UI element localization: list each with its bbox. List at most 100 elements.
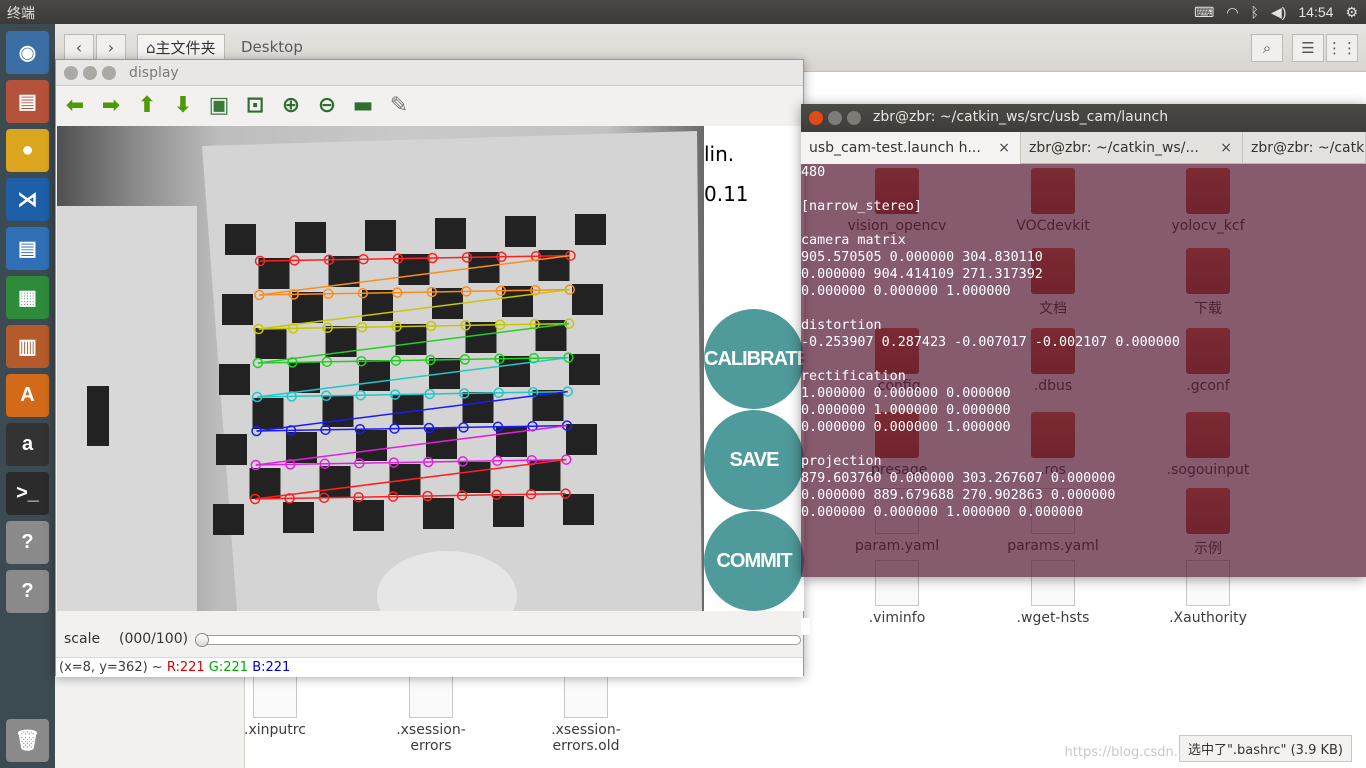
close-tab-icon[interactable]: × [998,140,1010,156]
minimize-button[interactable] [83,66,97,80]
terminal-tabs: usb_cam-test.launch h... × zbr@zbr: ~/cat… [801,132,1366,164]
maximize-button[interactable] [847,111,861,125]
keyboard-icon[interactable]: ⌨ [1194,4,1214,21]
terminal-titlebar: zbr@zbr: ~/catkin_ws/src/usb_cam/launch [801,104,1366,132]
close-button[interactable] [64,66,78,80]
terminal-line: -0.253907 0.287423 -0.007017 -0.002107 0… [801,335,1180,350]
board-square [295,222,326,253]
lin-label: lin. [704,142,735,166]
wifi-icon[interactable]: ◠ [1226,4,1238,21]
terminal-line: 0.000000 0.000000 1.000000 0.000000 [801,505,1084,520]
board-square [356,430,387,461]
camera-image[interactable] [57,126,704,641]
save-button[interactable]: SAVE [704,410,804,510]
grid-view-icon[interactable]: ⋮⋮ [1326,34,1358,62]
board-square [575,214,606,245]
software-center-icon[interactable]: A [6,374,49,417]
board-square [216,434,247,465]
scale-track[interactable] [201,635,801,645]
terminal-line: 1.000000 0.000000 0.000000 [801,386,1011,401]
terminal-line: 879.603760 0.000000 303.267607 0.000000 [801,471,1116,486]
clock[interactable]: 14:54 [1298,4,1333,20]
close-tab-icon[interactable]: × [1220,140,1232,156]
terminal-window: zbr@zbr: ~/catkin_ws/src/usb_cam/launch … [801,104,1366,635]
gear-icon[interactable]: ⚙ [1345,4,1358,21]
close-button[interactable] [809,111,823,125]
list-view-icon[interactable]: ☰ [1292,34,1324,62]
window-title: display [129,65,179,81]
terminal-line: [narrow_stereo] [801,199,922,214]
brush-icon[interactable]: ✎ [386,92,412,118]
calibrate-button[interactable]: CALIBRATE [704,309,804,409]
scale-label: scale [64,631,101,647]
board-square [258,258,290,289]
image-icon[interactable]: ▣ [206,92,232,118]
ac-panel [87,386,109,446]
unknown-app-icon-2[interactable]: ? [6,570,49,613]
terminal-line: distortion [801,318,882,333]
terminal-tab-3[interactable]: zbr@zbr: ~/catki [1243,132,1366,164]
top-panel: 终端 ⌨ ◠ ᛒ ◀) 14:54 ⚙ [0,0,1366,24]
bluetooth-icon[interactable]: ᛒ [1251,4,1259,20]
zoom-in-icon[interactable]: ⊕ [278,92,304,118]
files-icon[interactable]: ▤ [6,80,49,123]
terminal-line: projection [801,454,882,469]
terminal-line: 0.000000 0.000000 1.000000 [801,420,1011,435]
commit-button[interactable]: COMMIT [704,511,804,611]
impress-icon[interactable]: ▥ [6,325,49,368]
file-label: .xsession-errors [396,722,466,754]
terminal-icon[interactable]: >_ [6,472,49,515]
file-label: .wget-hsts [1016,610,1090,626]
terminal-title: zbr@zbr: ~/catkin_ws/src/usb_cam/launch [873,109,1169,125]
vscode-icon[interactable]: ⋊ [6,178,49,221]
board-square [538,250,570,281]
down-arrow-icon[interactable]: ⬇ [170,92,196,118]
board-square [569,354,600,385]
forward-button[interactable]: › [96,34,126,62]
writer-icon[interactable]: ▤ [6,227,49,270]
board-square [505,216,536,247]
back-arrow-icon[interactable]: ⬅ [62,92,88,118]
zoom-out-icon[interactable]: ⊖ [314,92,340,118]
board-square [283,502,314,533]
terminal-line: 905.570505 0.000000 304.830110 [801,250,1043,265]
back-button[interactable]: ‹ [64,34,94,62]
board-square [493,496,524,527]
terminal-line: 480 [801,165,826,180]
zoom-fit-icon[interactable]: ⊡ [242,92,268,118]
search-icon[interactable]: ⌕ [1251,34,1283,62]
terminal-cursor [801,618,810,635]
system-tray: ⌨ ◠ ᛒ ◀) 14:54 ⚙ [1194,0,1358,24]
document-icon [564,672,608,718]
terminal-line: 0.000000 904.414109 271.317392 [801,267,1043,282]
file-item[interactable]: .xinputrc [220,672,330,738]
forward-arrow-icon[interactable]: ➡ [98,92,124,118]
calibration-view [57,131,702,641]
amazon-icon[interactable]: a [6,423,49,466]
board-square [423,498,454,529]
scale-slider-thumb[interactable] [195,633,209,647]
file-item[interactable]: .xsession-errors.old [531,672,641,754]
save-icon[interactable]: ▬ [350,92,376,118]
minimize-button[interactable] [828,111,842,125]
up-arrow-icon[interactable]: ⬆ [134,92,160,118]
file-item[interactable]: .xsession-errors [376,672,486,754]
document-icon [409,672,453,718]
breadcrumb-desktop[interactable]: Desktop [233,34,311,62]
file-label: .xsession-errors.old [551,722,621,754]
trash-icon[interactable]: 🗑 [6,719,49,762]
chrome-icon[interactable]: ● [6,129,49,172]
board-square [292,292,323,323]
file-label: .Xauthority [1169,610,1247,626]
maximize-button[interactable] [102,66,116,80]
terminal-output[interactable]: 480 [narrow_stereo] camera matrix 905.57050… [801,164,1366,635]
calc-icon[interactable]: ▦ [6,276,49,319]
active-app-title: 终端 [7,5,35,21]
ubuntu-dash-icon[interactable]: ◉ [6,31,49,74]
terminal-tab-1[interactable]: usb_cam-test.launch h... × [801,132,1021,164]
volume-icon[interactable]: ◀) [1271,4,1286,21]
breadcrumb-home[interactable]: ⌂主文件夹 [137,34,225,62]
unknown-app-icon[interactable]: ? [6,521,49,564]
terminal-tab-2[interactable]: zbr@zbr: ~/catkin_ws/... × [1021,132,1243,164]
board-square [365,220,396,251]
